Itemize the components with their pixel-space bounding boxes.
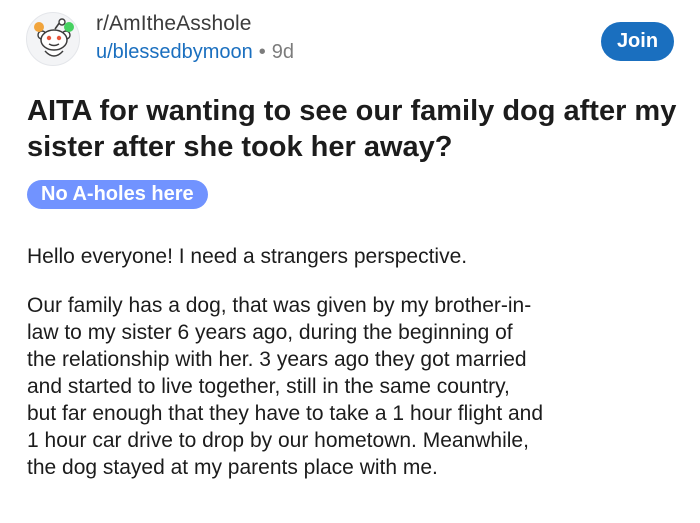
- post-header: r/AmItheAsshole u/blessedbymoon • 9d Join: [0, 0, 700, 80]
- subreddit-name[interactable]: r/AmItheAsshole: [96, 12, 252, 36]
- body-paragraph: Our family has a dog, that was given by …: [27, 294, 544, 479]
- body-paragraph: Hello everyone! I need a strangers persp…: [27, 245, 468, 268]
- post-title[interactable]: AITA for wanting to see our family dog a…: [27, 93, 687, 165]
- post-body: Hello everyone! I need a strangers persp…: [27, 243, 687, 503]
- post-flair[interactable]: No A-holes here: [27, 180, 208, 209]
- post-age: 9d: [271, 41, 295, 63]
- author-username[interactable]: u/blessedbymoon: [96, 41, 253, 63]
- post-meta: u/blessedbymoon • 9d: [96, 41, 294, 64]
- meta-separator: •: [258, 41, 266, 63]
- join-button[interactable]: Join: [601, 22, 674, 61]
- subreddit-avatar-icon[interactable]: [26, 12, 80, 66]
